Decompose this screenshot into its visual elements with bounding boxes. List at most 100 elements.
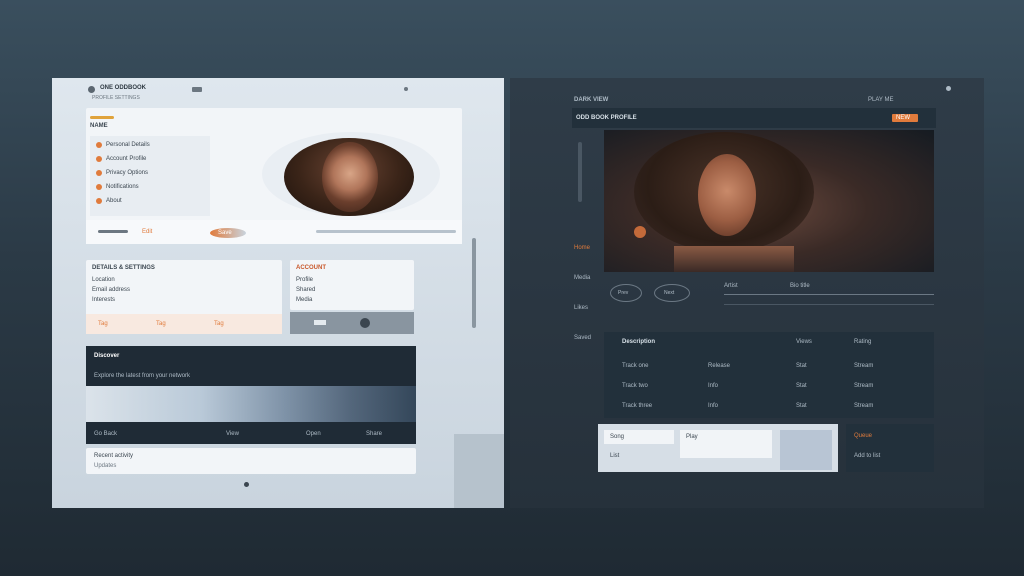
account-row[interactable]: Media — [296, 296, 312, 304]
page-title: PROFILE SETTINGS — [92, 95, 140, 101]
table-cell: Stream — [854, 363, 874, 369]
song-card[interactable]: Song — [604, 430, 674, 444]
profile-menu-item[interactable]: Privacy Options — [106, 169, 148, 177]
table-cell: Info — [708, 403, 719, 409]
details-row: Interests — [92, 297, 116, 303]
gallery-subtitle: Explore the latest from your network — [94, 373, 191, 379]
gallery-open-button[interactable]: Open — [306, 430, 321, 438]
profile-menu-item[interactable]: Account Profile — [106, 155, 146, 163]
profile-menu-item[interactable]: About — [106, 197, 122, 205]
side-slider[interactable] — [578, 142, 582, 202]
table-cell: Stat — [796, 403, 807, 409]
activity-label[interactable]: Recent activity — [94, 452, 133, 460]
side-slot — [454, 434, 504, 508]
app-title: ONE ODDBOOK — [100, 85, 147, 91]
bullet-icon — [96, 184, 102, 190]
bullet-icon — [96, 170, 102, 176]
play-icon[interactable] — [314, 320, 326, 325]
gallery-card: Discover Explore the latest from your ne… — [86, 346, 416, 444]
avatar[interactable] — [322, 142, 378, 212]
prev-button[interactable]: Prev — [610, 284, 642, 302]
table-cell: Track one — [622, 363, 649, 369]
table-cell: Track two — [622, 383, 648, 389]
tracks-table: Description Views Rating Track one Relea… — [604, 332, 934, 418]
close-icon[interactable] — [946, 86, 951, 91]
account-card: ACCOUNT Profile Shared Media — [290, 260, 414, 310]
gallery-view-button[interactable]: View — [226, 430, 239, 438]
more-icon[interactable] — [404, 87, 408, 91]
side-nav-item[interactable]: Home — [574, 244, 590, 252]
accent-line — [90, 116, 114, 119]
footer-line — [98, 230, 128, 233]
new-badge: NEW — [892, 114, 918, 122]
dark-theme-panel: DARK VIEW PLAY ME ODD BOOK PROFILE NEW H… — [510, 78, 984, 508]
side-nav-item[interactable]: Likes — [574, 304, 588, 312]
profile-menu: Personal Details Account Profile Privacy… — [90, 136, 210, 216]
add-to-list-button[interactable]: Add to list — [854, 452, 880, 460]
gallery-back-link[interactable]: Go Back — [94, 430, 117, 438]
table-row[interactable]: Track two Info Stat Stream — [604, 376, 934, 396]
side-nav-item[interactable]: Saved — [574, 334, 591, 342]
divider — [724, 304, 934, 305]
progress-track[interactable] — [724, 294, 934, 295]
table-row[interactable]: Track three Info Stat Stream — [604, 396, 934, 416]
play-card[interactable]: Play — [680, 430, 772, 458]
info-label: Artist — [724, 283, 738, 289]
bullet-icon — [96, 142, 102, 148]
table-row[interactable]: Track one Release Stat Stream — [604, 356, 934, 376]
table-cell: Track three — [622, 403, 653, 409]
header-strip: ODD BOOK PROFILE NEW — [572, 108, 936, 128]
profile-card: NAME Personal Details Account Profile Pr… — [86, 108, 462, 244]
footer-line — [316, 230, 456, 233]
table-cell: Stream — [854, 403, 874, 409]
pager-dot[interactable] — [244, 482, 249, 487]
gallery-share-button[interactable]: Share — [366, 430, 382, 438]
preview-tile[interactable] — [780, 430, 832, 470]
activity-sublabel[interactable]: Updates — [94, 462, 116, 470]
account-row[interactable]: Shared — [296, 286, 315, 294]
play-card-label: Play — [686, 434, 698, 440]
tag[interactable]: Tag — [214, 320, 224, 328]
record-icon[interactable] — [360, 318, 370, 328]
edit-button[interactable]: Edit — [142, 228, 152, 236]
next-button[interactable]: Next — [654, 284, 690, 302]
tag[interactable]: Tag — [156, 320, 166, 328]
profile-menu-item[interactable]: Notifications — [106, 183, 139, 191]
table-cell: Release — [708, 363, 731, 369]
gallery-image[interactable] — [86, 386, 416, 422]
song-card-label: Song — [610, 434, 625, 440]
light-theme-panel: ONE ODDBOOK PROFILE SETTINGS NAME Person… — [52, 78, 504, 508]
details-row: Location — [92, 277, 115, 283]
scrollbar[interactable] — [472, 238, 476, 328]
details-row: Email address — [92, 287, 131, 293]
list-label[interactable]: List — [610, 452, 619, 460]
table-header: Rating — [854, 339, 872, 345]
menu-icon[interactable] — [192, 87, 202, 92]
portrait-shoulders — [674, 246, 794, 272]
portrait-face — [698, 154, 756, 236]
account-row[interactable]: Profile — [296, 276, 313, 284]
new-badge-label: NEW — [896, 115, 910, 121]
next-button-label: Next — [664, 290, 675, 296]
dark-top-right[interactable]: PLAY ME — [868, 96, 893, 104]
dark-title: DARK VIEW — [574, 97, 609, 103]
details-card: DETAILS & SETTINGS Location Email addres… — [86, 260, 282, 334]
account-card-title: ACCOUNT — [296, 265, 326, 271]
tag-row: Tag Tag Tag — [86, 314, 282, 334]
table-cell: Info — [708, 383, 719, 389]
bottom-cards: Song Play List — [598, 424, 838, 472]
save-button[interactable]: Save — [210, 228, 246, 238]
side-nav-item[interactable]: Media — [574, 274, 590, 282]
portrait-photo[interactable] — [604, 130, 934, 272]
app-logo-icon — [88, 86, 95, 93]
prev-button-label: Prev — [618, 290, 629, 296]
queue-label[interactable]: Queue — [854, 432, 872, 440]
save-button-label: Save — [218, 230, 232, 236]
desktop-background: { "left_panel": { "top_bar_label": "ONE … — [0, 0, 1024, 576]
table-cell: Stream — [854, 383, 874, 389]
media-strip — [290, 312, 414, 334]
title-bar: ONE ODDBOOK PROFILE SETTINGS — [52, 78, 504, 104]
tag[interactable]: Tag — [98, 320, 108, 328]
profile-menu-item[interactable]: Personal Details — [106, 141, 150, 149]
side-nav — [576, 142, 596, 222]
